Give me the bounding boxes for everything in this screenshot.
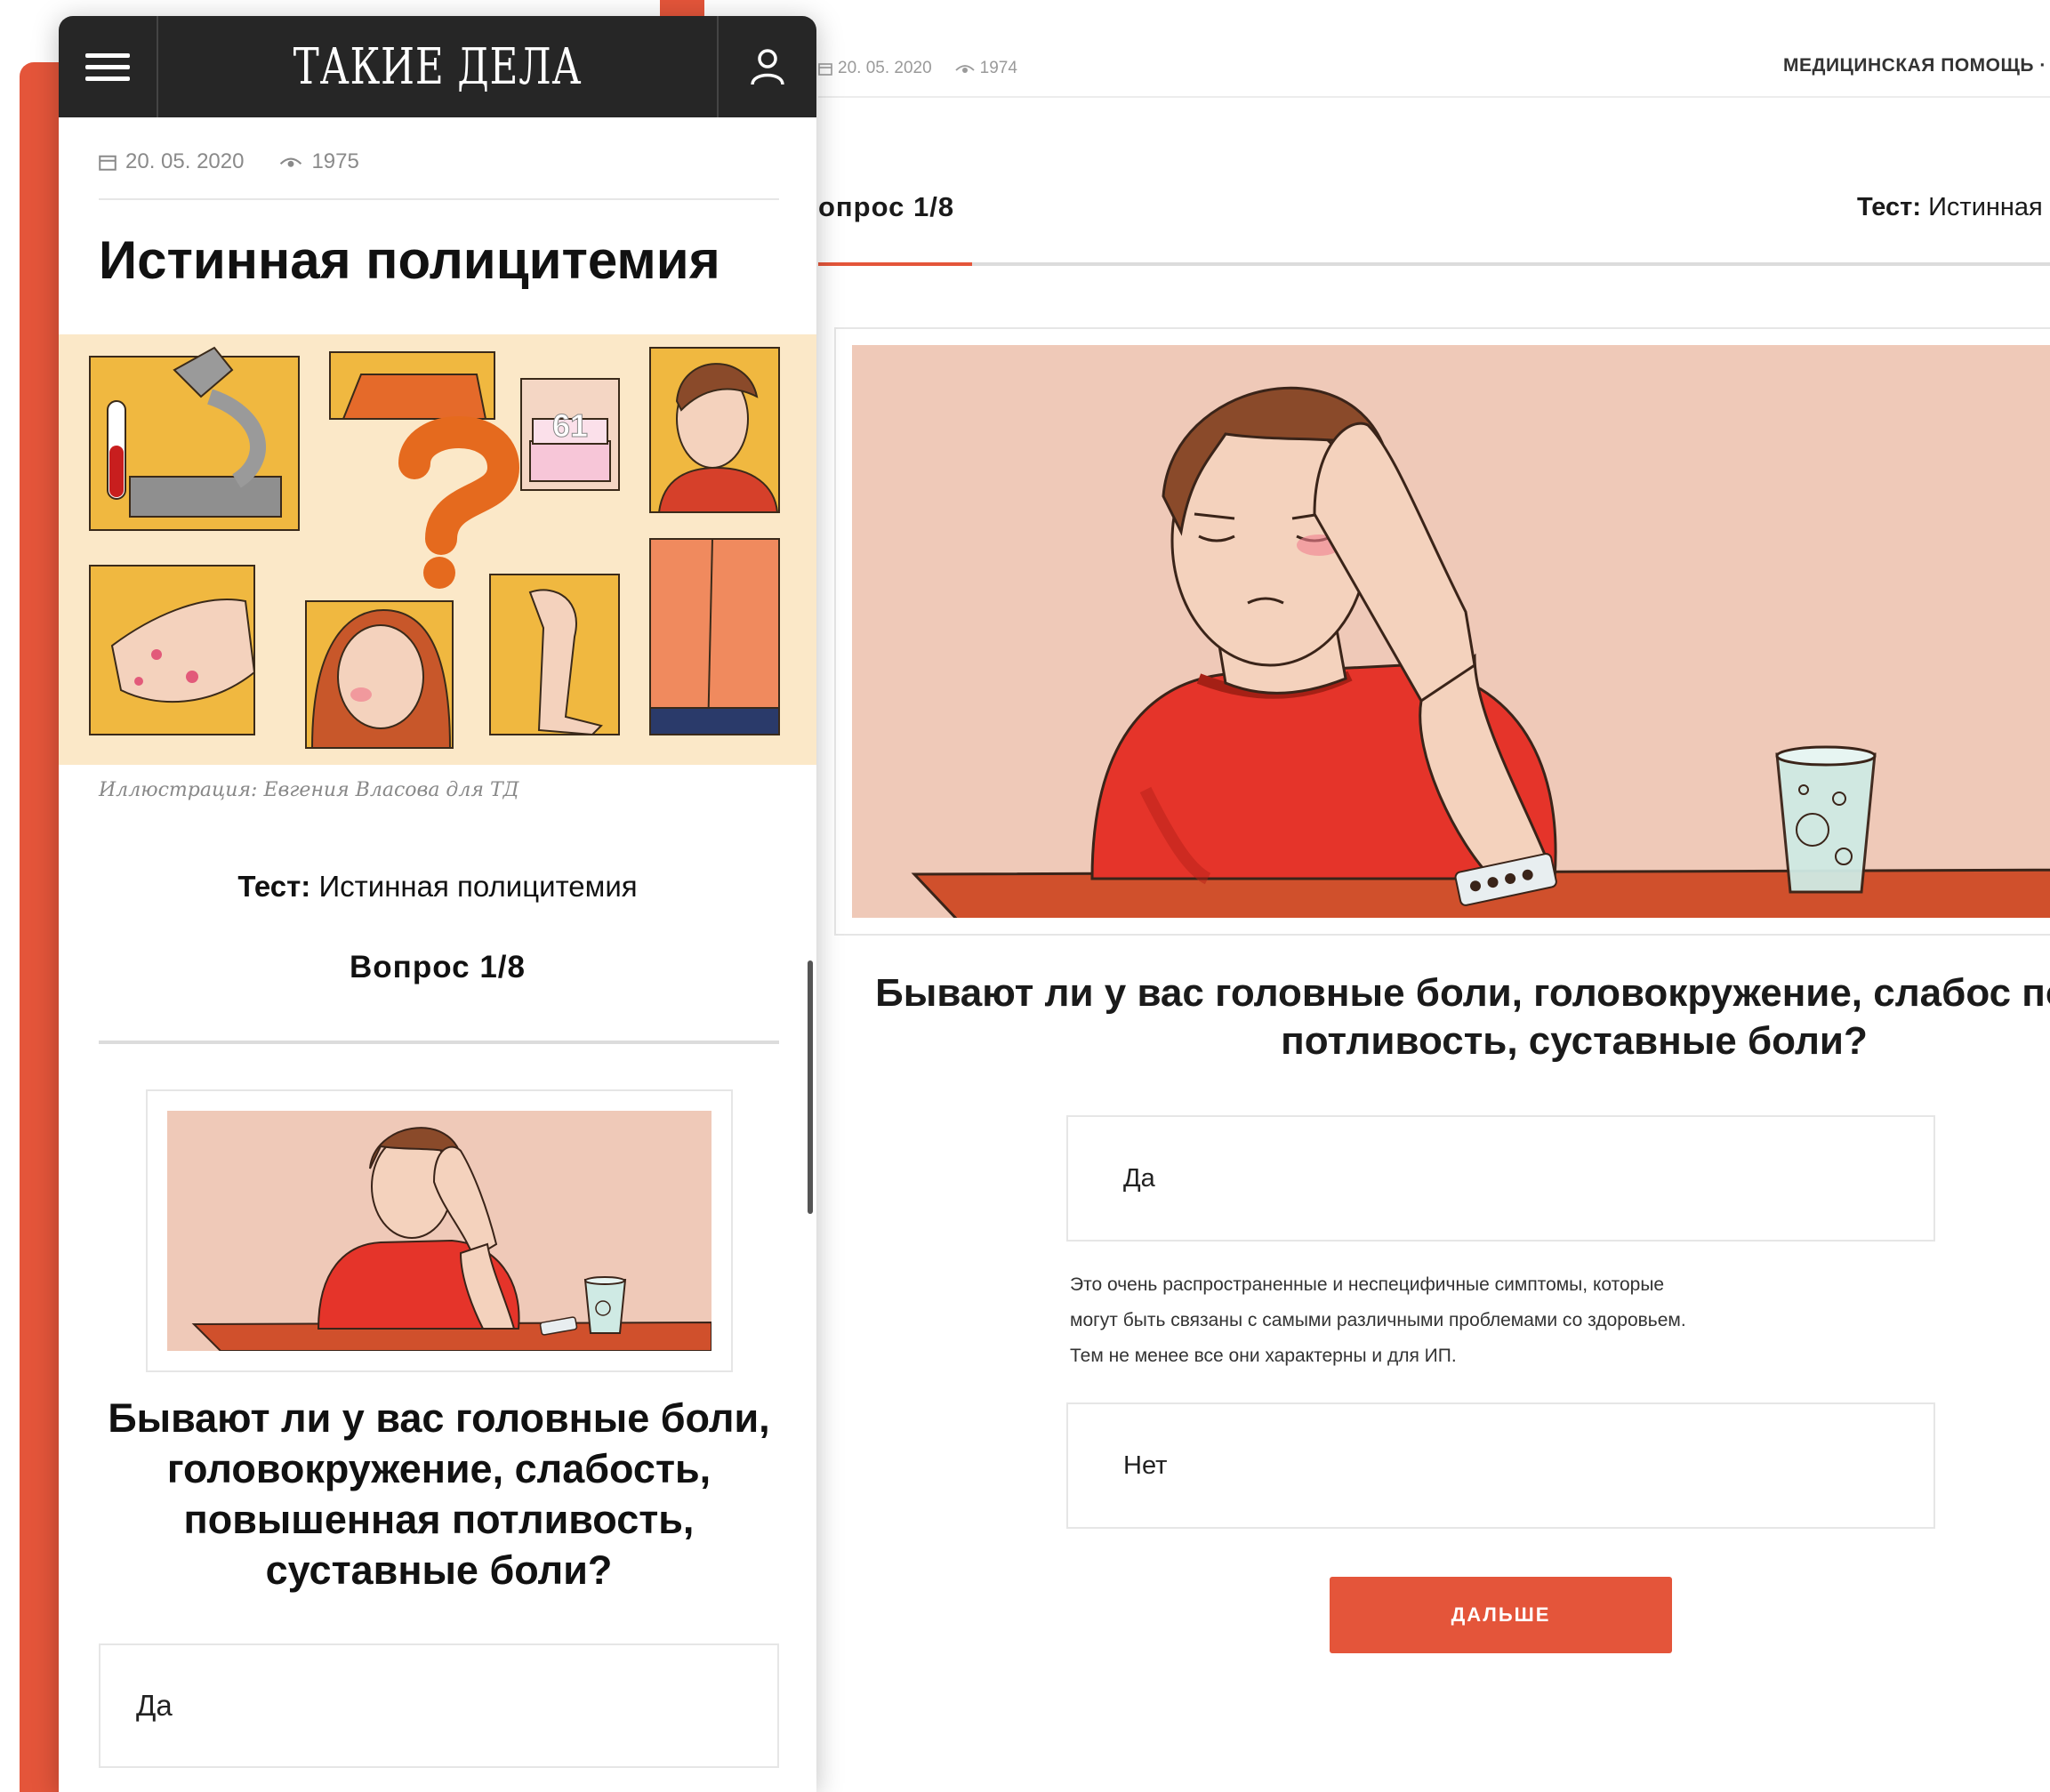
quiz-progress-bar <box>99 1041 779 1044</box>
site-logo[interactable]: ТАКИЕ ДЕЛА <box>220 38 655 96</box>
test-title: Тест: Истинная п <box>1857 193 2050 222</box>
article-meta: 20. 05. 2020 1974 <box>818 59 1017 78</box>
calendar-icon <box>818 61 832 76</box>
question-counter: опрос 1/8 <box>818 191 955 222</box>
answer-option-no[interactable]: Нет <box>1066 1402 1935 1529</box>
quiz-progress-fill <box>818 262 973 266</box>
menu-icon[interactable] <box>59 16 158 117</box>
test-title-prefix: Тест: <box>1857 193 1922 221</box>
quiz-progress-bar <box>818 262 2050 266</box>
article-title: Истинная полицитемия <box>99 230 720 290</box>
feedback-line: Тем не менее все они характерны и для ИП… <box>1070 1346 1457 1366</box>
answer-feedback: Это очень распространенные и неспецифичн… <box>1070 1267 1870 1374</box>
category-link[interactable]: МЕДИЦИНСКАЯ ПОМОЩЬ · <box>1783 55 2046 76</box>
scrollbar[interactable] <box>808 960 813 1214</box>
eye-icon <box>279 155 302 169</box>
question-illustration <box>852 345 2050 918</box>
cake-number: 61 <box>552 407 588 444</box>
article-meta: 20. 05. 2020 1975 <box>99 149 359 174</box>
answer-option-yes[interactable]: Да <box>1066 1115 1935 1242</box>
divider <box>99 198 779 200</box>
mobile-article-view: ТАКИЕ ДЕЛА 20. 05. 2020 1975 Истинная по… <box>59 16 816 1792</box>
article-date: 20. 05. 2020 <box>125 149 245 173</box>
question-illustration-frame <box>834 327 2050 936</box>
test-title: Тест: Истинная полицитемия <box>59 870 816 904</box>
divider <box>818 96 2050 98</box>
answer-option-yes[interactable]: Да <box>99 1643 779 1768</box>
desktop-quiz-view: 20. 05. 2020 1974 МЕДИЦИНСКАЯ ПОМОЩЬ · о… <box>756 0 2050 1792</box>
user-icon[interactable] <box>717 16 816 117</box>
test-title-text: Истинная полицитемия <box>318 870 638 903</box>
article-views: 1975 <box>311 149 359 173</box>
eye-icon <box>955 62 975 75</box>
question-text: Бывают ли у вас головные боли, головокру… <box>875 971 2050 1063</box>
calendar-icon <box>99 153 117 171</box>
test-title-text: Истинная п <box>1928 193 2050 221</box>
site-header: ТАКИЕ ДЕЛА <box>59 16 816 117</box>
accent-strip-left <box>20 62 62 1792</box>
illustration-caption: Иллюстрация: Евгения Власова для ТД <box>99 779 519 801</box>
question-counter: Вопрос 1/8 <box>350 950 526 984</box>
article-cover-illustration: 61 <box>59 334 816 765</box>
feedback-line: Это очень распространенные и неспецифичн… <box>1070 1274 1665 1295</box>
question-text: Бывают ли у вас головные боли, головокру… <box>108 1395 770 1593</box>
test-title-prefix: Тест: <box>237 870 311 903</box>
article-date: 20. 05. 2020 <box>838 59 932 77</box>
feedback-line: могут быть связаны с самыми различными п… <box>1070 1310 1686 1330</box>
article-views: 1974 <box>979 59 1017 77</box>
question-illustration <box>167 1111 711 1351</box>
question-illustration-frame <box>146 1089 733 1372</box>
next-button[interactable]: ДАЛЬШЕ <box>1330 1577 1672 1653</box>
